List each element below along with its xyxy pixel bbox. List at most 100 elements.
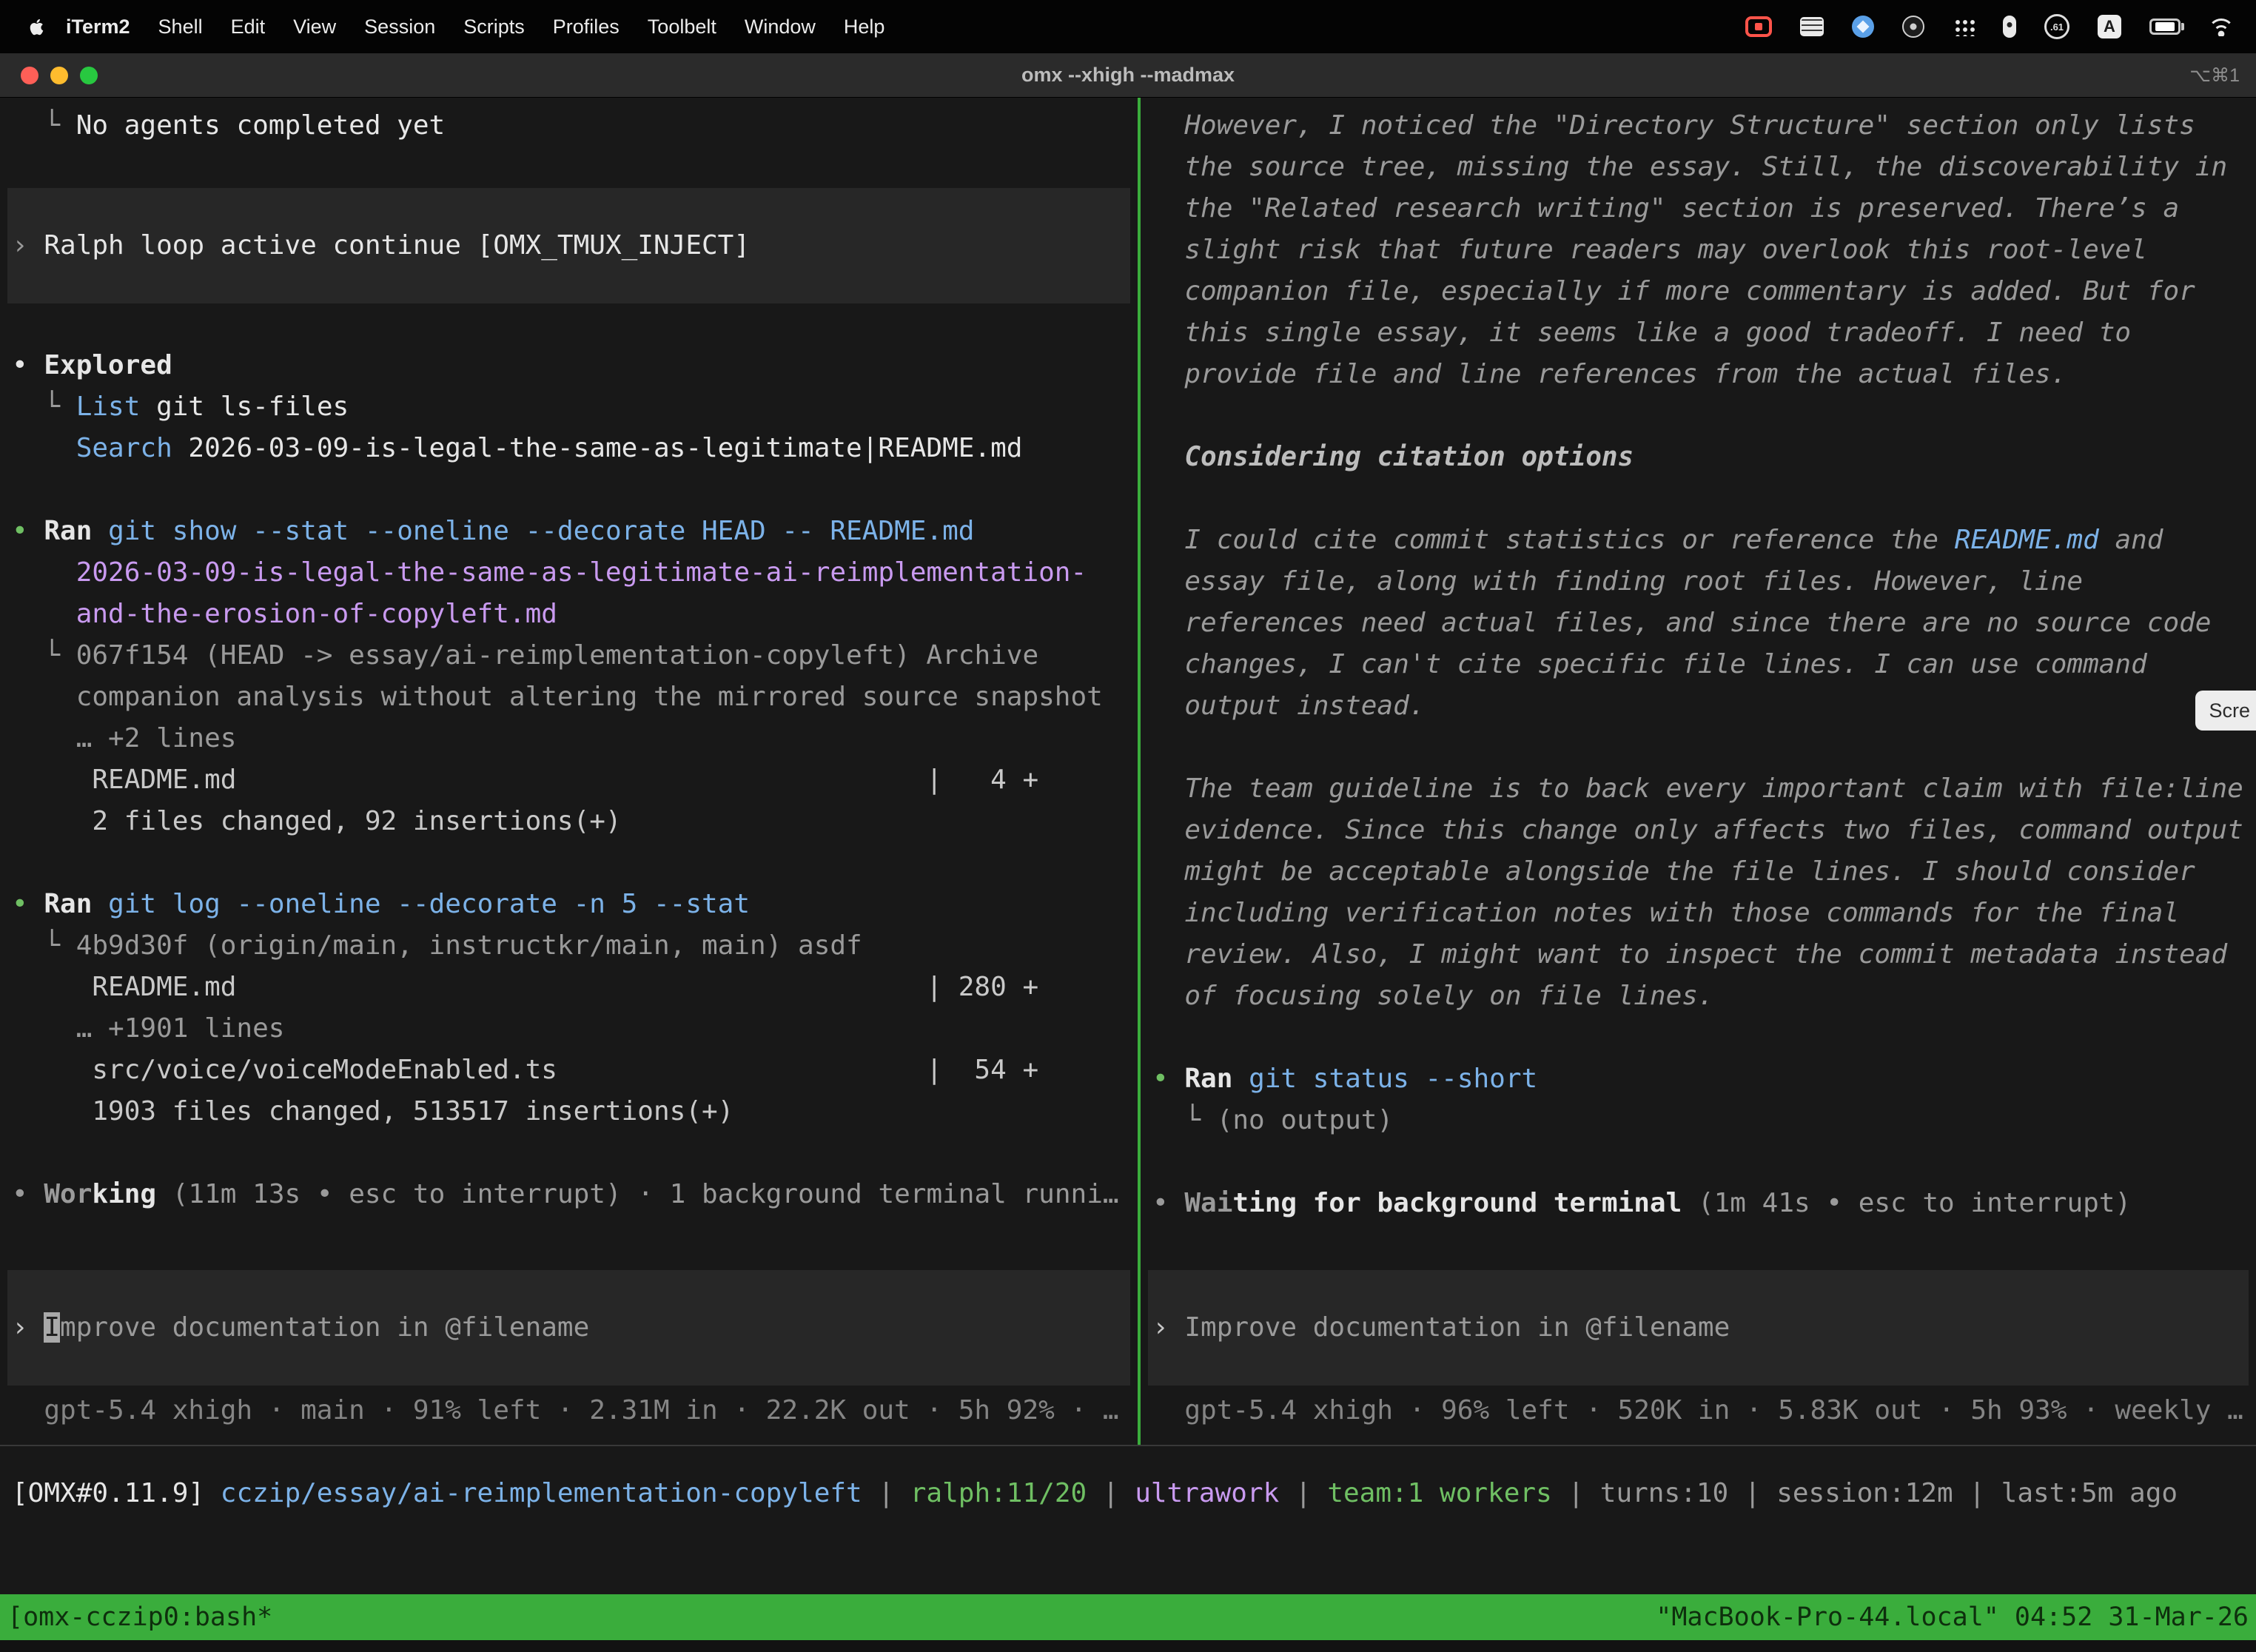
blank-line bbox=[1141, 1017, 2256, 1058]
explored-header: • Explored bbox=[0, 345, 1138, 386]
minimize-button[interactable] bbox=[50, 67, 68, 84]
password-manager-icon[interactable] bbox=[2003, 16, 2016, 38]
blank-line bbox=[0, 469, 1138, 511]
waiting-indicator: • Waiting for background terminal (1m 41… bbox=[1141, 1183, 2256, 1224]
no-output-line: └ (no output) bbox=[1141, 1100, 2256, 1141]
browser-app-icon[interactable] bbox=[1852, 16, 1874, 38]
reasoning-line: the source tree, missing the essay. Stil… bbox=[1141, 147, 2256, 188]
reasoning-line: changes, I can't cite specific file line… bbox=[1141, 644, 2256, 685]
ran-git-show: • Ran git show --stat --oneline --decora… bbox=[0, 511, 1138, 552]
macos-menubar: iTerm2ShellEditViewSessionScriptsProfile… bbox=[0, 0, 2256, 53]
menu-edit[interactable]: Edit bbox=[217, 16, 280, 38]
blank-line bbox=[1141, 395, 2256, 437]
changed-file-name-wrap: and-the-erosion-of-copyleft.md bbox=[0, 594, 1138, 635]
blank-line bbox=[1141, 478, 2256, 520]
reasoning-line: the "Related research writing" section i… bbox=[1141, 188, 2256, 229]
explored-list: └ List git ls-files bbox=[0, 386, 1138, 428]
reasoning-line: The team guideline is to back every impo… bbox=[1141, 768, 2256, 810]
reasoning-line: of focusing solely on file lines. bbox=[1141, 976, 2256, 1017]
reasoning-line: review. Also, I might want to inspect th… bbox=[1141, 934, 2256, 976]
model-status-line: gpt-5.4 xhigh · main · 91% left · 2.31M … bbox=[0, 1390, 1138, 1431]
ran-git-log: • Ran git log --oneline --decorate -n 5 … bbox=[0, 884, 1138, 925]
explored-search: Search 2026-03-09-is-legal-the-same-as-l… bbox=[0, 428, 1138, 469]
terminal-panes: └ No agents completed yet › Ralph loop ac… bbox=[0, 98, 2256, 1445]
right-pane-bottom: › Improve documentation in @filename gpt… bbox=[1141, 1270, 2256, 1445]
menu-toolbelt[interactable]: Toolbelt bbox=[634, 16, 731, 38]
menu-items: iTerm2ShellEditViewSessionScriptsProfile… bbox=[52, 16, 899, 38]
cpu-monitor-icon[interactable]: .61 bbox=[2044, 14, 2069, 39]
stat-line-readme-2: README.md | 280 + bbox=[0, 967, 1138, 1008]
window-titlebar: omx --xhigh --madmax ⌥⌘1 bbox=[0, 53, 2256, 98]
right-terminal-pane[interactable]: However, I noticed the "Directory Struct… bbox=[1141, 98, 2256, 1445]
output-ellipsis: … +2 lines bbox=[0, 718, 1138, 759]
menu-iterm2[interactable]: iTerm2 bbox=[52, 16, 144, 38]
menu-shell[interactable]: Shell bbox=[144, 16, 217, 38]
tmux-host-clock: "MacBook-Pro-44.local" 04:52 31-Mar-26 bbox=[1656, 1602, 2249, 1632]
window-manager-icon[interactable] bbox=[1800, 17, 1824, 36]
reasoning-line: might be acceptable alongside the file l… bbox=[1141, 851, 2256, 893]
traffic-lights bbox=[21, 67, 98, 84]
blank-line bbox=[0, 842, 1138, 884]
menu-scripts[interactable]: Scripts bbox=[449, 16, 539, 38]
reasoning-line: companion file, especially if more comme… bbox=[1141, 271, 2256, 312]
wifi-icon[interactable] bbox=[2209, 17, 2234, 36]
changed-file-name: 2026-03-09-is-legal-the-same-as-legitima… bbox=[0, 552, 1138, 594]
ralph-banner-text: › Ralph loop active continue [OMX_TMUX_I… bbox=[7, 225, 1130, 266]
reasoning-line: provide file and line references from th… bbox=[1141, 354, 2256, 395]
working-indicator: • Working (11m 13s • esc to interrupt) ·… bbox=[0, 1174, 1138, 1215]
menu-help[interactable]: Help bbox=[830, 16, 899, 38]
reasoning-line: evidence. Since this change only affects… bbox=[1141, 810, 2256, 851]
battery-icon[interactable] bbox=[2149, 19, 2181, 35]
apple-icon[interactable] bbox=[22, 17, 52, 37]
screen-recording-indicator-icon[interactable] bbox=[1745, 16, 1772, 37]
ran-git-status: • Ran git status --short bbox=[1141, 1058, 2256, 1100]
close-button[interactable] bbox=[21, 67, 38, 84]
stat-summary-2: 1903 files changed, 513517 insertions(+) bbox=[0, 1091, 1138, 1132]
reasoning-line: including verification notes with those … bbox=[1141, 893, 2256, 934]
prompt-input-box[interactable]: › Improve documentation in @filename bbox=[1148, 1270, 2249, 1386]
screen-share-chip[interactable]: Scre bbox=[2195, 691, 2256, 731]
left-terminal-pane[interactable]: └ No agents completed yet › Ralph loop ac… bbox=[0, 98, 1138, 1445]
omx-status-bar: [OMX#0.11.9] cczip/essay/ai-reimplementa… bbox=[0, 1446, 2256, 1594]
menu-window[interactable]: Window bbox=[731, 16, 830, 38]
menubar-status-icons: .61 A bbox=[1745, 14, 2256, 39]
menu-view[interactable]: View bbox=[279, 16, 350, 38]
launcher-icon[interactable] bbox=[1953, 17, 1975, 36]
bottom-margin bbox=[0, 1640, 2256, 1652]
reasoning-line: references need actual files, and since … bbox=[1141, 602, 2256, 644]
left-pane-content: └ No agents completed yet › Ralph loop ac… bbox=[0, 98, 1138, 1215]
reasoning-line: output instead. bbox=[1141, 685, 2256, 727]
commit-head-line: └ 067f154 (HEAD -> essay/ai-reimplementa… bbox=[0, 635, 1138, 676]
reasoning-heading: Considering citation options bbox=[1141, 437, 2256, 478]
prompt-input[interactable]: › Improve documentation in @filename bbox=[7, 1307, 1130, 1349]
right-pane-content: However, I noticed the "Directory Struct… bbox=[1141, 98, 2256, 1224]
tmux-session-window: [omx-cczip0:bash* bbox=[7, 1602, 272, 1632]
menu-profiles[interactable]: Profiles bbox=[539, 16, 634, 38]
reasoning-line: However, I noticed the "Directory Struct… bbox=[1141, 105, 2256, 147]
reasoning-line: essay file, along with finding root file… bbox=[1141, 561, 2256, 602]
commit-message-wrap: companion analysis without altering the … bbox=[0, 676, 1138, 718]
window-title: omx --xhigh --madmax bbox=[1021, 64, 1235, 87]
model-status-line: gpt-5.4 xhigh · 96% left · 520K in · 5.8… bbox=[1141, 1390, 2256, 1431]
menu-app-icon[interactable] bbox=[1902, 16, 1924, 38]
stat-line-readme: README.md | 4 + bbox=[0, 759, 1138, 801]
reasoning-line: slight risk that future readers may over… bbox=[1141, 229, 2256, 271]
input-source-icon[interactable]: A bbox=[2098, 15, 2121, 38]
blank-line bbox=[1141, 727, 2256, 768]
menu-session[interactable]: Session bbox=[350, 16, 449, 38]
prompt-input[interactable]: › Improve documentation in @filename bbox=[1148, 1307, 2249, 1349]
output-ellipsis-2: … +1901 lines bbox=[0, 1008, 1138, 1050]
stat-summary: 2 files changed, 92 insertions(+) bbox=[0, 801, 1138, 842]
menubar-menus: iTerm2ShellEditViewSessionScriptsProfile… bbox=[0, 16, 899, 38]
prompt-input-box[interactable]: › Improve documentation in @filename bbox=[7, 1270, 1130, 1386]
left-pane-bottom: › Improve documentation in @filename gpt… bbox=[0, 1270, 1138, 1445]
agents-note: └ No agents completed yet bbox=[0, 105, 1138, 147]
stat-line-voice: src/voice/voiceModeEnabled.ts | 54 + bbox=[0, 1050, 1138, 1091]
ralph-banner: › Ralph loop active continue [OMX_TMUX_I… bbox=[7, 188, 1130, 303]
zoom-button[interactable] bbox=[80, 67, 98, 84]
blank-line bbox=[1141, 1141, 2256, 1183]
tmux-status-bar: [omx-cczip0:bash* "MacBook-Pro-44.local"… bbox=[0, 1594, 2256, 1640]
blank-line bbox=[0, 1132, 1138, 1174]
reasoning-line: this single essay, it seems like a good … bbox=[1141, 312, 2256, 354]
reasoning-line: I could cite commit statistics or refere… bbox=[1141, 520, 2256, 561]
